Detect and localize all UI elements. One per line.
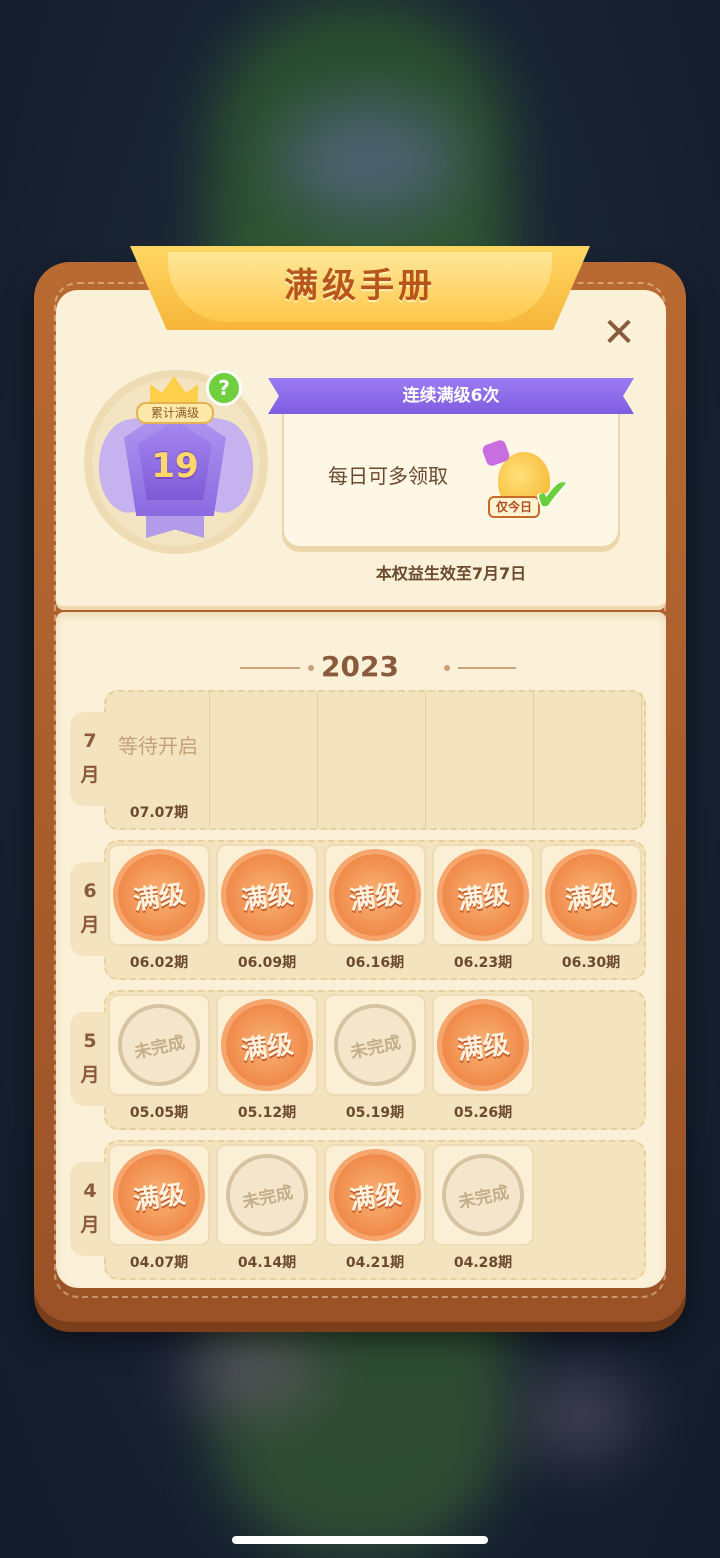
period-cell[interactable]: 未完成 — [324, 994, 426, 1096]
period-cell[interactable]: 满级 — [540, 844, 642, 946]
empty-cell — [540, 692, 642, 828]
month-label: 6月 — [70, 862, 110, 956]
period-label: 04.21期 — [345, 1255, 405, 1271]
period-cell[interactable]: 满级 — [432, 994, 534, 1096]
period-label: 05.19期 — [345, 1105, 405, 1121]
incomplete-stamp: 未完成 — [326, 996, 424, 1094]
background-blob — [280, 100, 460, 220]
month-label: 4月 — [70, 1162, 110, 1256]
period-cell[interactable]: 满级 — [324, 844, 426, 946]
period-cell[interactable]: 满级 — [432, 844, 534, 946]
month-label: 5月 — [70, 1012, 110, 1106]
period-cell[interactable]: 满级 — [324, 1144, 426, 1246]
max-level-stamp: 满级 — [220, 998, 314, 1092]
max-level-stamp: 满级 — [220, 848, 314, 942]
incomplete-stamp: 未完成 — [218, 1146, 316, 1244]
divider-line — [458, 667, 516, 669]
period-cell[interactable]: 满级 — [216, 994, 318, 1096]
period-label: 05.05期 — [129, 1105, 189, 1121]
divider-line — [240, 667, 300, 669]
question-icon[interactable]: ? — [206, 370, 242, 406]
period-label: 04.14期 — [237, 1255, 297, 1271]
max-level-stamp: 满级 — [112, 848, 206, 942]
home-indicator[interactable] — [232, 1536, 488, 1544]
validity-note: 本权益生效至7月7日 — [375, 564, 527, 583]
period-label: 04.28期 — [453, 1255, 513, 1271]
background-blob — [180, 1330, 320, 1410]
page-title: 满级手册 — [284, 266, 436, 306]
empty-cell — [216, 692, 318, 828]
max-level-stamp: 满级 — [328, 1148, 422, 1242]
period-label: 07.07期 — [129, 805, 189, 821]
period-label: 06.02期 — [129, 955, 189, 971]
period-label: 06.09期 — [237, 955, 297, 971]
year-heading: 2023 — [321, 650, 399, 683]
today-only-tag: 仅今日 — [488, 496, 540, 518]
max-level-stamp: 满级 — [112, 1148, 206, 1242]
close-button[interactable]: ✕ — [598, 312, 640, 354]
streak-reward-text: 每日可多领取 — [328, 464, 448, 488]
period-label: 06.16期 — [345, 955, 405, 971]
background-blob — [520, 1370, 640, 1460]
period-label: 06.23期 — [453, 955, 513, 971]
empty-cell — [324, 692, 426, 828]
max-level-stamp: 满级 — [544, 848, 638, 942]
max-level-stamp: 满级 — [328, 848, 422, 942]
incomplete-stamp: 未完成 — [110, 996, 208, 1094]
period-label: 05.12期 — [237, 1105, 297, 1121]
period-cell[interactable]: 满级 — [216, 844, 318, 946]
badge-label: 累计满级 — [136, 402, 214, 424]
empty-cell — [432, 692, 534, 828]
badge-count: 19 — [151, 446, 199, 486]
period-cell[interactable]: 未完成 — [108, 994, 210, 1096]
check-icon: ✔ — [534, 470, 571, 521]
period-cell[interactable]: 未完成 — [216, 1144, 318, 1246]
period-label: 06.30期 — [561, 955, 621, 971]
period-label: 05.26期 — [453, 1105, 513, 1121]
period-cell[interactable]: 满级 — [108, 844, 210, 946]
period-cell[interactable]: 满级 — [108, 1144, 210, 1246]
max-level-stamp: 满级 — [436, 848, 530, 942]
close-icon: ✕ — [602, 310, 636, 356]
divider-dot — [444, 665, 450, 671]
month-label: 7月 — [70, 712, 110, 806]
max-level-stamp: 满级 — [436, 998, 530, 1092]
period-label: 04.07期 — [129, 1255, 189, 1271]
period-cell[interactable]: 未完成 — [432, 1144, 534, 1246]
incomplete-stamp: 未完成 — [434, 1146, 532, 1244]
streak-ribbon: 连续满级6次 — [268, 378, 634, 414]
